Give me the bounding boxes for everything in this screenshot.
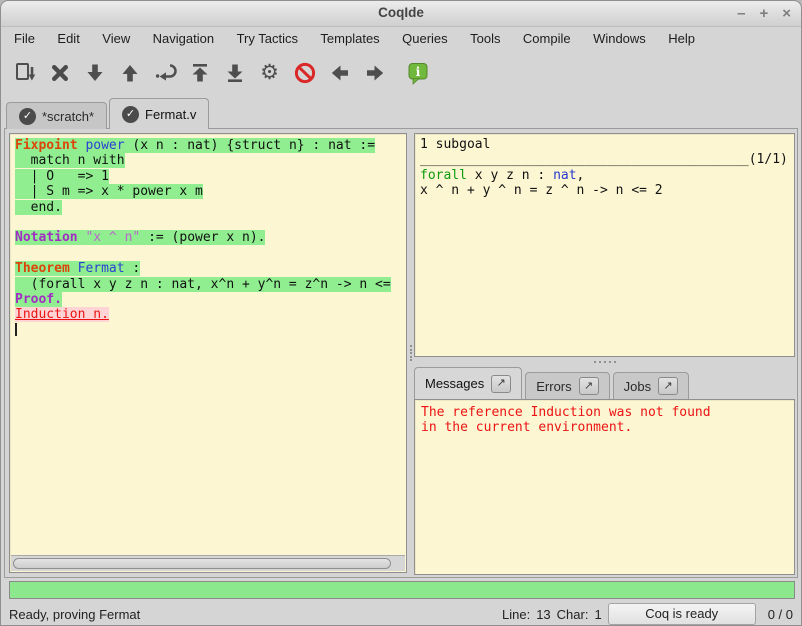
menu-help[interactable]: Help [659,28,704,50]
tab-jobs[interactable]: Jobs ↗ [613,372,689,399]
gear-icon: ⚙ [260,62,279,84]
about-button[interactable]: i [400,55,435,91]
messages-notebook-tabs: Messages ↗ Errors ↗ Jobs ↗ [414,367,692,399]
menu-file[interactable]: File [5,28,44,50]
go-to-cursor-button[interactable] [147,55,182,91]
coq-status-button[interactable]: Coq is ready [608,603,756,625]
maximize-button[interactable]: + [759,4,768,24]
arrow-to-top-icon [188,61,212,85]
forward-one-command-button[interactable] [77,55,112,91]
tab-errors[interactable]: Errors ↗ [525,372,609,399]
splitter-handle-icon [592,361,617,363]
right-arrow-icon [363,61,387,85]
go-to-end-button[interactable] [217,55,252,91]
tab-label: Errors [536,379,571,394]
tab-scratch[interactable]: ✓ *scratch* [6,102,107,129]
menu-try-tactics[interactable]: Try Tactics [228,28,307,50]
arrow-to-bottom-icon [223,61,247,85]
left-arrow-icon [328,61,352,85]
menu-templates[interactable]: Templates [311,28,388,50]
tab-messages[interactable]: Messages ↗ [414,367,522,399]
up-arrow-icon [118,61,142,85]
previous-button[interactable] [322,55,357,91]
tab-label: Fermat.v [145,107,196,122]
char-label: Char: [557,607,589,622]
svg-text:i: i [415,64,420,79]
tab-fermat[interactable]: ✓ Fermat.v [109,98,209,129]
minimize-button[interactable]: – [737,4,745,24]
next-button[interactable] [357,55,392,91]
document-tabbar: ✓ *scratch* ✓ Fermat.v [6,98,211,129]
script-editor[interactable]: Fixpoint power (x n : nat) {struct n} : … [9,133,407,573]
line-label: Line: [502,607,530,622]
splitter-handle-icon [410,344,412,363]
notebook-frame: Fixpoint power (x n : nat) {struct n} : … [4,128,798,578]
titlebar[interactable]: CoqIde – + × [1,1,801,27]
save-icon [13,61,37,85]
close-document-button[interactable] [42,55,77,91]
statusbar: Ready, proving Fermat Line: 13 Char: 1 C… [1,601,801,626]
fully-check-button[interactable]: ⚙ [252,55,287,91]
menubar: File Edit View Navigation Try Tactics Te… [1,28,801,50]
menu-view[interactable]: View [93,28,139,50]
menu-tools[interactable]: Tools [461,28,509,50]
saved-check-icon: ✓ [122,106,139,123]
status-text: Ready, proving Fermat [1,607,140,622]
tab-label: Messages [425,376,484,391]
saved-check-icon: ✓ [19,108,36,125]
horizontal-scrollbar[interactable] [11,555,405,571]
horizontal-splitter[interactable] [414,358,795,366]
down-arrow-icon [83,61,107,85]
save-button[interactable] [7,55,42,91]
close-icon [48,61,72,85]
scrollbar-thumb[interactable] [13,558,391,569]
tab-label: *scratch* [42,109,94,124]
messages-panel[interactable]: The reference Induction was not foundin … [414,399,795,575]
goals-panel[interactable]: 1 subgoal_______________________________… [414,133,795,357]
char-value: 1 [594,607,601,622]
detach-messages-button[interactable]: ↗ [491,375,511,393]
script-buffer[interactable]: Fixpoint power (x n : nat) {struct n} : … [11,135,405,555]
toolbar: ⚙ i [1,51,801,95]
curved-arrow-icon [153,61,177,85]
goal-counter: 0 / 0 [768,607,793,622]
close-button[interactable]: × [782,4,791,24]
tab-label: Jobs [624,379,651,394]
stop-interrupt-icon [293,61,317,85]
menu-navigation[interactable]: Navigation [144,28,223,50]
info-bubble-icon: i [406,61,430,85]
restart-button[interactable] [182,55,217,91]
menu-edit[interactable]: Edit [48,28,88,50]
window-title: CoqIde [1,5,801,20]
detach-jobs-button[interactable]: ↗ [658,377,678,395]
goals-text: 1 subgoal_______________________________… [415,134,794,356]
menu-queries[interactable]: Queries [393,28,457,50]
detach-errors-button[interactable]: ↗ [579,377,599,395]
interrupt-button[interactable] [287,55,322,91]
coqide-window: CoqIde – + × File Edit View Navigation T… [0,0,802,626]
menu-compile[interactable]: Compile [514,28,580,50]
line-value: 13 [536,607,550,622]
backward-one-command-button[interactable] [112,55,147,91]
messages-text: The reference Induction was not foundin … [415,400,794,574]
progress-bar [9,581,795,599]
menu-windows[interactable]: Windows [584,28,655,50]
